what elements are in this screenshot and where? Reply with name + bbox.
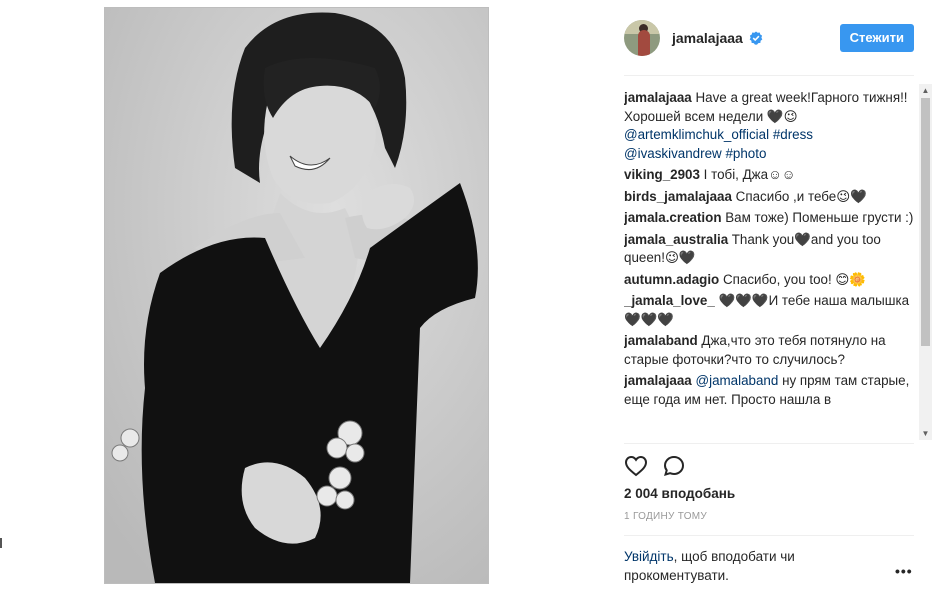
hashtag-link[interactable]: #photo bbox=[725, 146, 766, 161]
heart-icon[interactable] bbox=[624, 454, 648, 478]
scroll-up-arrow-icon[interactable]: ▲ bbox=[919, 84, 932, 97]
post-actions bbox=[624, 454, 686, 478]
comment-item: autumn.adagio Спасибо, you too! 😊🌼 bbox=[624, 271, 914, 290]
comment-author-link[interactable]: jamala_australia bbox=[624, 232, 728, 247]
comment-text: І тобі, Джа☺☺ bbox=[699, 167, 796, 182]
verified-badge-icon bbox=[749, 31, 763, 45]
scroll-thumb[interactable] bbox=[921, 98, 930, 346]
divider bbox=[624, 443, 914, 444]
mention-link[interactable]: @jamalaband bbox=[696, 373, 779, 388]
comment-text: Вам тоже) Поменьше грусти :) bbox=[721, 210, 914, 225]
avatar[interactable] bbox=[624, 20, 660, 56]
mention-link[interactable]: @ivaskivandrew bbox=[624, 146, 722, 161]
login-link[interactable]: Увійдіть bbox=[624, 549, 674, 564]
comment-text: Спасибо ,и тебе😉🖤 bbox=[731, 188, 867, 204]
comment-item: jamalaband Джа,что это тебя потянуло на … bbox=[624, 332, 914, 369]
window-edge-mark bbox=[0, 538, 2, 548]
scroll-down-arrow-icon[interactable]: ▼ bbox=[919, 427, 932, 440]
comment-bubble-icon[interactable] bbox=[662, 454, 686, 478]
comments-list[interactable]: jamalajaaa Have a great week!Гарного тиж… bbox=[624, 89, 914, 441]
comment-author-link[interactable]: jamalajaaa bbox=[624, 90, 692, 105]
follow-button[interactable]: Стежити bbox=[839, 24, 914, 52]
post-header: jamalajaaa Стежити bbox=[624, 16, 914, 60]
comment-item: jamalajaaa @jamalaband ну прям там стары… bbox=[624, 372, 914, 409]
hashtag-link[interactable]: #dress bbox=[773, 127, 813, 142]
comment-item: birds_jamalajaaa Спасибо ,и тебе😉🖤 bbox=[624, 188, 914, 207]
comment-item: viking_2903 І тобі, Джа☺☺ bbox=[624, 166, 914, 185]
post-photo[interactable] bbox=[104, 7, 489, 584]
comment-author-link[interactable]: jamala.creation bbox=[624, 210, 722, 225]
comment-author-link[interactable]: jamalajaaa bbox=[624, 373, 692, 388]
more-options-icon[interactable]: ••• bbox=[895, 563, 913, 579]
comment-item: _jamala_love_ 🖤🖤🖤И тебе наша малышка🖤🖤🖤 bbox=[624, 292, 914, 329]
mention-link[interactable]: @artemklimchuk_official bbox=[624, 127, 769, 142]
comment-item: jamala.creation Вам тоже) Поменьше груст… bbox=[624, 209, 914, 228]
login-prompt: Увійдіть, щоб вподобати чи прокоментуват… bbox=[624, 547, 864, 585]
comment-item: jamala_australia Thank you🖤and you too q… bbox=[624, 231, 914, 268]
divider bbox=[624, 535, 914, 536]
likes-count[interactable]: 2 004 вподобань bbox=[624, 486, 735, 501]
comments-scrollbar[interactable]: ▲ ▼ bbox=[919, 84, 932, 440]
username-link[interactable]: jamalajaaa bbox=[672, 30, 743, 46]
divider bbox=[624, 75, 914, 76]
comment-author-link[interactable]: birds_jamalajaaa bbox=[624, 189, 732, 204]
post-timestamp[interactable]: 1 ГОДИНУ ТОМУ bbox=[624, 511, 707, 522]
comment-text: Спасибо, you too! 😊🌼 bbox=[719, 271, 867, 287]
comment-author-link[interactable]: viking_2903 bbox=[624, 167, 700, 182]
comment-item: jamalajaaa Have a great week!Гарного тиж… bbox=[624, 89, 914, 163]
comment-author-link[interactable]: jamalaband bbox=[624, 333, 698, 348]
comment-author-link[interactable]: _jamala_love_ bbox=[624, 293, 715, 308]
comment-author-link[interactable]: autumn.adagio bbox=[624, 272, 719, 287]
